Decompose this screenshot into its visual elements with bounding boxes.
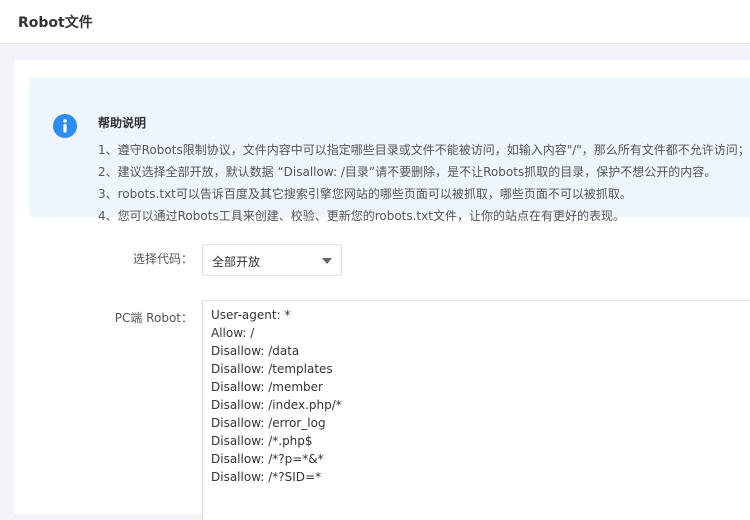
help-title: 帮助说明: [98, 116, 147, 130]
help-line: 2、建议选择全部开放，默认数据 “Disallow: /目录”请不要删除，是不让…: [98, 165, 717, 179]
help-lines: 1、遵守Robots限制协议，文件内容中可以指定哪些目录或文件不能被访问，如输入…: [98, 139, 750, 227]
robot-line: Disallow: /error_log: [211, 416, 326, 430]
robot-line: Disallow: /data: [211, 344, 300, 358]
info-icon: [53, 114, 77, 138]
help-line: 4、您可以通过Robots工具来创建、校验、更新您的robots.txt文件，让…: [98, 209, 625, 223]
code-select-value: 全部开放: [212, 255, 261, 269]
robot-line: User-agent: *: [211, 308, 291, 322]
robot-line: Allow: /: [211, 326, 255, 340]
code-select[interactable]: 全部开放: [202, 244, 342, 276]
page-title: Robot文件: [18, 15, 93, 31]
help-line: 3、robots.txt可以告诉百度及其它搜索引擎您网站的哪些页面可以被抓取，哪…: [98, 187, 632, 201]
robot-line: Disallow: /*?SID=*: [211, 470, 322, 484]
help-box: 帮助说明 1、遵守Robots限制协议，文件内容中可以指定哪些目录或文件不能被访…: [29, 78, 750, 223]
content-panel: 帮助说明 1、遵守Robots限制协议，文件内容中可以指定哪些目录或文件不能被访…: [14, 60, 750, 520]
robot-line: Disallow: /index.php/*: [211, 398, 342, 412]
robot-line: Disallow: /member: [211, 380, 323, 394]
dropdown-arrow-icon: [322, 258, 332, 264]
code-select-label: 选择代码：: [132, 252, 193, 266]
help-line: 1、遵守Robots限制协议，文件内容中可以指定哪些目录或文件不能被访问，如输入…: [98, 143, 750, 157]
pc-robot-label: PC端 Robot：: [114, 311, 193, 325]
robot-line: Disallow: /*.php$: [211, 434, 313, 448]
pc-robot-textarea[interactable]: User-agent: * Allow: / Disallow: /data D…: [202, 300, 750, 520]
robot-line: Disallow: /templates: [211, 362, 333, 376]
robot-line: Disallow: /*?p=*&*: [211, 452, 324, 466]
top-bar: Robot文件: [0, 0, 750, 44]
